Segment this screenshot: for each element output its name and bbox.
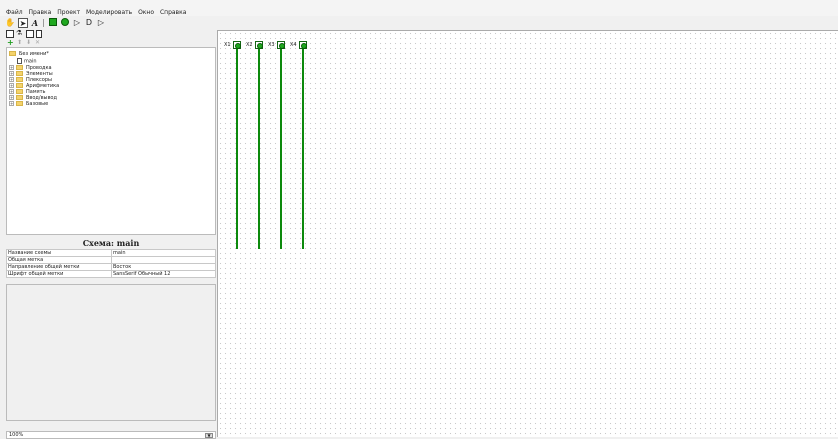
project-explorer: Без имени* main + Проводка + Элементы + Пле… xyxy=(6,47,216,235)
circuit-canvas[interactable]: X1 X2 X3 X4 xyxy=(217,30,838,437)
prop-value-label-direction[interactable]: Восток xyxy=(111,263,216,271)
tree-lib-base[interactable]: + Базовые xyxy=(9,101,48,107)
folder-icon xyxy=(9,51,16,56)
hand-tool-icon[interactable]: ✋ xyxy=(5,18,15,28)
properties-panel: Схема: main Название схемы main Общая ме… xyxy=(6,235,216,433)
prop-key: Название схемы xyxy=(6,249,112,257)
wire[interactable] xyxy=(280,49,282,249)
folder-icon xyxy=(16,95,23,100)
pin-label: X4 xyxy=(290,42,297,48)
properties-empty-area xyxy=(6,284,216,421)
folder-icon xyxy=(16,83,23,88)
table-row: Направление общей метки Восток xyxy=(6,263,216,271)
add-circuit-icon[interactable]: + xyxy=(7,39,14,47)
output-pin-icon[interactable] xyxy=(60,18,70,28)
expand-icon[interactable]: + xyxy=(9,77,14,82)
pin-label: X2 xyxy=(246,42,253,48)
not-gate-icon[interactable]: ▷ xyxy=(72,18,82,28)
expand-icon[interactable]: + xyxy=(9,95,14,100)
main-toolbar: ✋ ➤ A ▷ D ▷ xyxy=(0,18,838,29)
tree-project[interactable]: Без имени* xyxy=(9,51,49,57)
move-down-icon[interactable]: ⬇ xyxy=(26,39,31,47)
table-row: Название схемы main xyxy=(6,249,216,257)
menu-project[interactable]: Проект xyxy=(57,9,80,16)
wire[interactable] xyxy=(258,49,260,249)
prop-key: Направление общей метки xyxy=(6,263,112,271)
expand-icon[interactable]: + xyxy=(9,71,14,76)
table-row: Общая метка xyxy=(6,256,216,264)
pin-label: X1 xyxy=(224,42,231,48)
view-toolbox-icon[interactable] xyxy=(26,30,34,38)
pin-box[interactable] xyxy=(255,41,263,49)
prop-value-label-font[interactable]: SansSerif Обычный 12 xyxy=(111,270,216,278)
menu-help[interactable]: Справка xyxy=(160,9,186,16)
menu-bar: Файл Правка Проект Моделировать Окно Спр… xyxy=(0,0,838,16)
folder-icon xyxy=(16,71,23,76)
delete-icon[interactable]: ✕ xyxy=(35,39,40,47)
expand-icon[interactable]: + xyxy=(9,83,14,88)
move-up-icon[interactable]: ⬆ xyxy=(17,39,22,47)
view-simulation-icon[interactable] xyxy=(36,30,42,38)
pin-label: X3 xyxy=(268,42,275,48)
expand-icon[interactable]: + xyxy=(9,89,14,94)
pin-box[interactable] xyxy=(233,41,241,49)
pin-box[interactable] xyxy=(277,41,285,49)
table-row: Шрифт общей метки SansSerif Обычный 12 xyxy=(6,270,216,278)
toolbar-separator xyxy=(43,19,44,27)
prop-value-circuit-name[interactable]: main xyxy=(111,249,216,257)
zoom-select[interactable]: 100% ▼ xyxy=(6,431,216,439)
layout-toggle-icon[interactable] xyxy=(6,30,14,38)
folder-icon xyxy=(16,101,23,106)
menu-window[interactable]: Окно xyxy=(138,9,154,16)
input-pin-icon[interactable] xyxy=(48,18,58,28)
chevron-down-icon[interactable]: ▼ xyxy=(205,433,213,438)
wire[interactable] xyxy=(236,49,238,249)
expand-icon[interactable]: + xyxy=(9,65,14,70)
folder-icon xyxy=(16,77,23,82)
folder-icon xyxy=(16,89,23,94)
prop-key: Шрифт общей метки xyxy=(6,270,112,278)
select-arrow-icon[interactable]: ➤ xyxy=(18,18,28,28)
menu-file[interactable]: Файл xyxy=(6,9,23,16)
folder-icon xyxy=(16,65,23,70)
edit-appearance-icon[interactable]: ⚗ xyxy=(16,29,22,37)
text-tool-icon[interactable]: A xyxy=(30,18,40,28)
prop-value-shared-label[interactable] xyxy=(111,256,216,264)
or-gate-icon[interactable]: ▷ xyxy=(96,18,106,28)
zoom-value: 100% xyxy=(9,432,24,438)
circuit-icon xyxy=(17,58,22,64)
pin-box[interactable] xyxy=(299,41,307,49)
properties-table: Название схемы main Общая метка Направле… xyxy=(6,249,216,278)
left-panel: Без имени* main + Проводка + Элементы + Пле… xyxy=(6,47,216,439)
menu-edit[interactable]: Правка xyxy=(29,9,52,16)
tree-circuit-main[interactable]: main xyxy=(17,58,37,65)
prop-key: Общая метка xyxy=(6,256,112,264)
properties-title: Схема: main xyxy=(82,238,140,248)
and-gate-icon[interactable]: D xyxy=(84,18,94,28)
menu-simulate[interactable]: Моделировать xyxy=(86,9,132,16)
expand-icon[interactable]: + xyxy=(9,101,14,106)
wire[interactable] xyxy=(302,49,304,249)
